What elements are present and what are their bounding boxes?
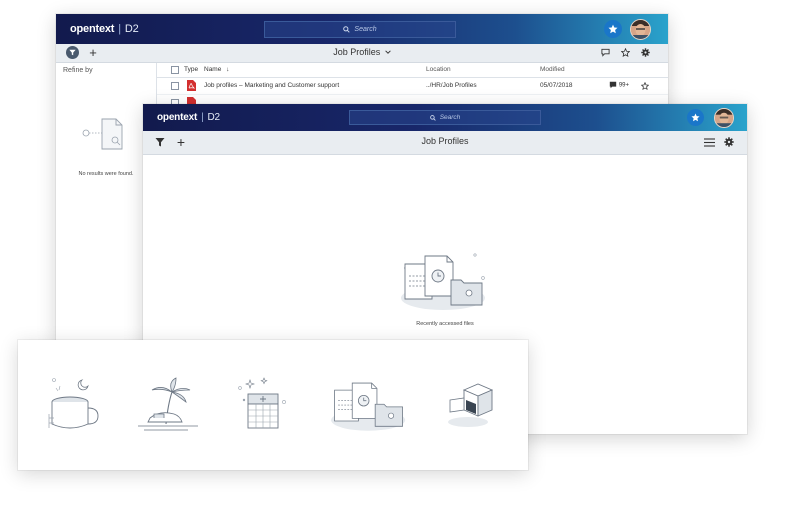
row-favorite-button[interactable] [640,81,650,91]
favorites-button[interactable] [687,109,704,126]
pdf-file-icon [187,80,196,91]
recent-files-illustration [401,253,485,310]
search-placeholder: Search [439,114,461,121]
coffee-cup-illustration [48,378,99,429]
no-results-text: No results were found. [78,171,134,177]
brand-name: opentext [70,23,115,35]
page-title[interactable]: Job Profiles [56,47,668,57]
star-icon [608,24,618,34]
front-header: opentext | D2 Search [143,104,747,131]
brand-name: opentext [157,112,198,123]
favorites-button[interactable] [604,20,622,38]
box-illustration [448,383,494,427]
settings-button[interactable] [723,136,735,148]
select-all-checkbox[interactable] [171,66,179,74]
front-toolbar: + Job Profiles [143,131,747,155]
column-type[interactable]: Type [184,66,198,73]
back-toolbar: + Job Profiles [56,44,668,63]
star-icon [691,113,700,122]
row-location: ../HR/Job Profiles [426,82,477,89]
search-icon [429,114,436,121]
star-outline-icon [621,48,630,57]
favorite-toolbar-button[interactable] [620,47,631,58]
row-modified: 05/07/2018 [540,82,573,89]
column-location[interactable]: Location [426,66,451,73]
menu-button[interactable] [703,136,716,148]
search-placeholder: Search [354,26,377,33]
logo-separator: | [118,23,121,35]
illustration-panel [18,340,528,470]
refine-sidebar: Refine by No results were found. [56,63,157,344]
search-icon [343,26,351,33]
row-comments[interactable]: 99+ [609,81,629,89]
empty-state-caption: Recently accessed files [416,321,474,327]
gear-icon [641,48,650,57]
app-logo: opentext | D2 [157,112,220,123]
product-name: D2 [207,112,220,123]
row-name[interactable]: Job profiles – Marketing and Customer su… [204,82,339,89]
back-header: opentext | D2 Search [56,14,668,44]
refine-label: Refine by [63,67,93,74]
table-row[interactable]: Job profiles – Marketing and Customer su… [157,78,668,95]
star-outline-icon [641,82,649,90]
search-input[interactable]: Search [264,21,456,38]
chevron-down-icon [385,50,391,54]
app-logo: opentext | D2 [70,23,139,35]
table-header: Type Name ↓ Location Modified [157,63,668,78]
logo-separator: | [201,112,204,123]
sort-down-icon: ↓ [226,66,230,73]
row-checkbox[interactable] [171,82,179,90]
recent-files-small-illustration [331,382,406,431]
comment-filled-icon [609,81,617,89]
settings-button[interactable] [640,47,651,58]
search-input[interactable]: Search [349,110,541,125]
no-results-icon [82,118,123,150]
comments-toolbar-button[interactable] [600,47,611,58]
calendar-illustration [238,377,286,429]
product-name: D2 [124,23,139,35]
gear-icon [724,137,734,147]
column-name[interactable]: Name ↓ [204,66,229,73]
user-avatar[interactable] [630,19,651,40]
hamburger-menu-icon [704,137,715,147]
island-illustration [138,377,198,431]
page-title: Job Profiles [421,136,469,146]
comment-icon [601,48,610,57]
user-avatar[interactable] [714,108,734,128]
column-modified[interactable]: Modified [540,66,565,73]
